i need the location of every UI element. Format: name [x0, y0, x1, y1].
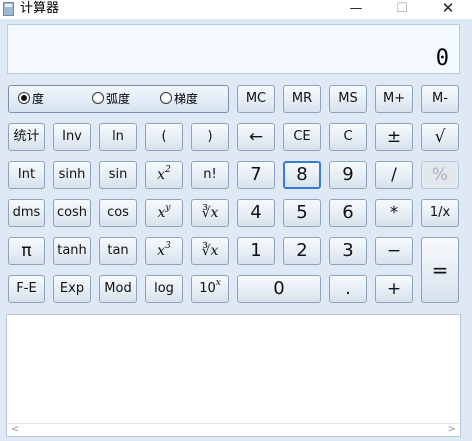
ten-power-x-button[interactable]: 10x	[191, 275, 229, 303]
statistics-button[interactable]: 统计	[8, 123, 45, 151]
radio-radians[interactable]: 弧度	[92, 92, 130, 106]
radio-unchecked-icon	[160, 92, 172, 104]
multiply-button[interactable]: *	[375, 199, 413, 227]
digit-3-button[interactable]: 3	[329, 237, 367, 265]
log-button[interactable]: log	[145, 275, 183, 303]
x-cubed-exponent: 3	[165, 241, 171, 251]
angle-mode-group: 度 弧度 梯度	[8, 85, 229, 113]
x-cubed-base: x	[157, 243, 166, 259]
calculator-app-icon	[3, 2, 14, 16]
equals-button[interactable]: =	[421, 237, 459, 303]
digit-9-button[interactable]: 9	[329, 161, 367, 189]
radio-gradians[interactable]: 梯度	[160, 92, 198, 106]
radio-unchecked-icon	[92, 92, 104, 104]
tanh-button[interactable]: tanh	[53, 237, 91, 265]
radio-radians-label: 弧度	[106, 92, 131, 106]
right-paren-button[interactable]: )	[191, 123, 229, 151]
m-plus-button[interactable]: M+	[375, 85, 413, 113]
sinh-button[interactable]: sinh	[53, 161, 91, 189]
minimize-button[interactable]: —	[333, 0, 379, 19]
scroll-right-icon[interactable]: >	[448, 424, 456, 435]
left-paren-button[interactable]: (	[145, 123, 183, 151]
ten-power-x-base: 10	[199, 281, 216, 296]
subtract-button[interactable]: −	[375, 237, 413, 265]
clear-button[interactable]: C	[329, 123, 367, 151]
backspace-button[interactable]: ←	[237, 123, 275, 151]
radio-degrees[interactable]: 度	[18, 92, 44, 106]
x-cubed-button[interactable]: x3	[145, 237, 183, 265]
digit-4-button[interactable]: 4	[237, 199, 275, 227]
digit-0-button[interactable]: 0	[237, 275, 321, 303]
cos-button[interactable]: cos	[99, 199, 137, 227]
history-panel[interactable]: < >	[6, 314, 461, 437]
close-button[interactable]: ✕	[425, 0, 471, 19]
digit-2-button[interactable]: 2	[283, 237, 321, 265]
x-squared-exponent: 2	[165, 165, 171, 175]
mod-button[interactable]: Mod	[99, 275, 137, 303]
mr-button[interactable]: MR	[283, 85, 321, 113]
cube-root-button[interactable]: ∛x	[191, 237, 229, 265]
x-squared-button[interactable]: x2	[145, 161, 183, 189]
digit-8-button[interactable]: 8	[283, 161, 321, 189]
percent-button[interactable]: %	[421, 161, 459, 189]
radio-gradians-label: 梯度	[174, 92, 199, 106]
ln-button[interactable]: ln	[99, 123, 137, 151]
pi-button[interactable]: π	[8, 237, 45, 265]
tan-button[interactable]: tan	[99, 237, 137, 265]
divide-button[interactable]: /	[375, 161, 413, 189]
sin-button[interactable]: sin	[99, 161, 137, 189]
mc-button[interactable]: MC	[237, 85, 275, 113]
y-root-x-button[interactable]: ∛x	[191, 199, 229, 227]
digit-5-button[interactable]: 5	[283, 199, 321, 227]
scroll-left-icon[interactable]: <	[11, 424, 19, 435]
m-minus-button[interactable]: M-	[421, 85, 459, 113]
digit-7-button[interactable]: 7	[237, 161, 275, 189]
square-root-button[interactable]: √	[421, 123, 459, 151]
inv-button[interactable]: Inv	[53, 123, 91, 151]
digit-1-button[interactable]: 1	[237, 237, 275, 265]
x-power-y-button[interactable]: xy	[145, 199, 183, 227]
digit-6-button[interactable]: 6	[329, 199, 367, 227]
window-title: 计算器	[20, 1, 60, 16]
ten-power-x-exponent: x	[215, 278, 221, 288]
add-button[interactable]: +	[375, 275, 413, 303]
int-button[interactable]: Int	[8, 161, 45, 189]
horizontal-scrollbar[interactable]: < >	[7, 423, 460, 436]
x-power-y-exponent: y	[165, 203, 171, 213]
x-squared-base: x	[157, 167, 166, 183]
cosh-button[interactable]: cosh	[53, 199, 91, 227]
radio-degrees-label: 度	[32, 92, 45, 106]
maximize-button[interactable]: ☐	[379, 0, 425, 19]
title-bar: 计算器 — ☐ ✕	[0, 0, 472, 19]
fixed-exponent-button[interactable]: F-E	[8, 275, 45, 303]
dms-button[interactable]: dms	[8, 199, 45, 227]
plus-minus-button[interactable]: ±	[375, 123, 413, 151]
factorial-button[interactable]: n!	[191, 161, 229, 189]
reciprocal-button[interactable]: 1/x	[421, 199, 459, 227]
decimal-point-button[interactable]: .	[329, 275, 367, 303]
radio-checked-icon	[18, 92, 30, 104]
result-display: 0	[7, 24, 460, 74]
ms-button[interactable]: MS	[329, 85, 367, 113]
clear-entry-button[interactable]: CE	[283, 123, 321, 151]
display-value: 0	[435, 46, 449, 71]
exp-button[interactable]: Exp	[53, 275, 91, 303]
